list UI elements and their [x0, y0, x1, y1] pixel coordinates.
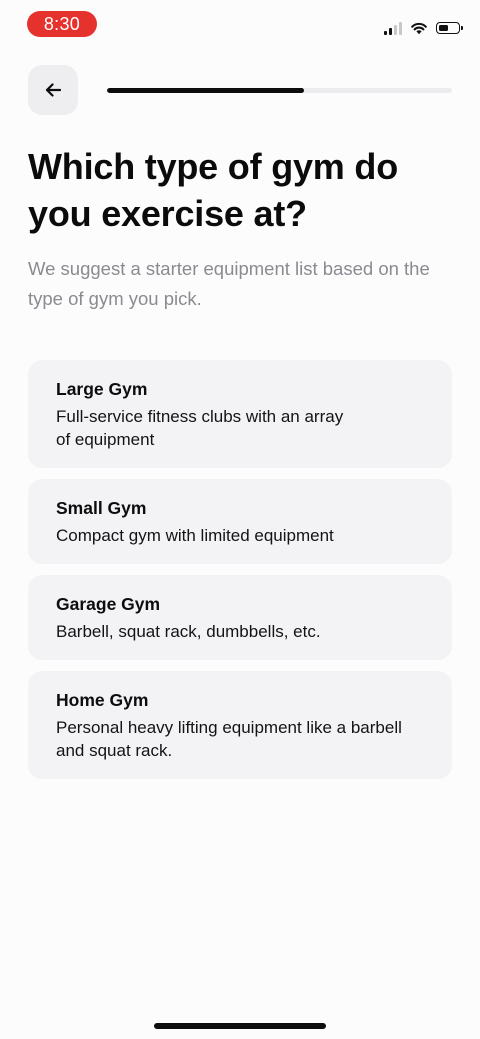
option-description: Barbell, squat rack, dumbbells, etc. [56, 622, 321, 641]
gym-type-options: Large Gym Full-service fitness clubs wit… [28, 360, 452, 790]
option-title: Home Gym [56, 690, 149, 710]
status-time: 8:30 [27, 11, 97, 37]
status-icons [384, 18, 463, 38]
option-description: Full-service fitness clubs with an array… [56, 407, 344, 449]
signal-icon [384, 21, 402, 35]
option-description: Personal heavy lifting equipment like a … [56, 718, 402, 760]
option-title: Small Gym [56, 498, 147, 518]
option-description: Compact gym with limited equipment [56, 526, 334, 545]
option-small-gym[interactable]: Small Gym Compact gym with limited equip… [28, 479, 452, 564]
option-home-gym[interactable]: Home Gym Personal heavy lifting equipmen… [28, 671, 452, 779]
progress-bar [107, 88, 452, 93]
page-subtitle: We suggest a starter equipment list base… [28, 258, 430, 309]
progress-fill [107, 88, 304, 93]
back-button[interactable] [28, 65, 78, 115]
page-title: Which type of gym do you exercise at? [28, 146, 398, 234]
gym-type-screen: 8:30 Which type of gym do you exercise a… [0, 0, 480, 1039]
battery-icon [436, 22, 463, 34]
option-garage-gym[interactable]: Garage Gym Barbell, squat rack, dumbbell… [28, 575, 452, 660]
wifi-icon [411, 22, 427, 35]
option-title: Garage Gym [56, 594, 161, 614]
option-large-gym[interactable]: Large Gym Full-service fitness clubs wit… [28, 360, 452, 468]
home-indicator[interactable] [154, 1023, 326, 1029]
arrow-left-icon [45, 83, 61, 97]
option-title: Large Gym [56, 379, 148, 399]
